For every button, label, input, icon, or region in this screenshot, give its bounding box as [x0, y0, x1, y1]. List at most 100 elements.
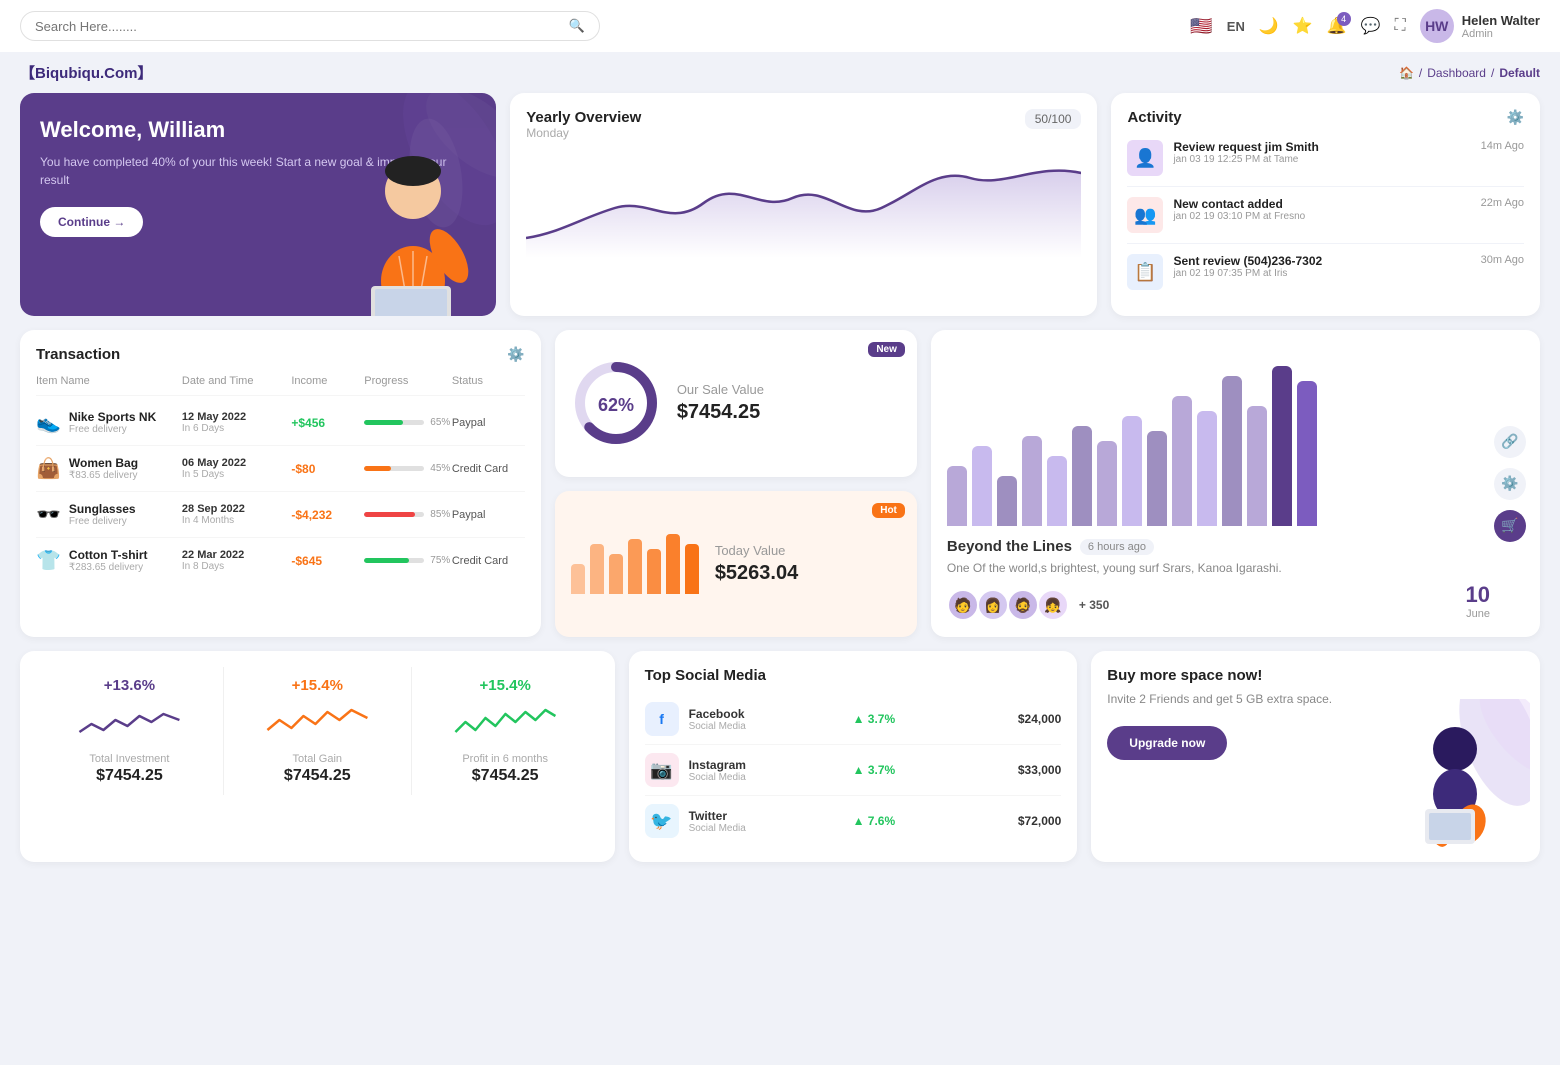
action-btn-1[interactable]: 🔗	[1494, 426, 1526, 458]
table-row-2: 👜 Women Bag ₹83.65 delivery 06 May 2022 …	[36, 446, 525, 492]
today-value-card: Hot Today Value $5263.04	[555, 491, 917, 638]
notification-icon[interactable]: 🔔4	[1327, 16, 1347, 36]
income-4: -$645	[291, 554, 364, 568]
main-content: Welcome, William You have completed 40% …	[0, 93, 1560, 882]
beyond-date-num: 10	[1466, 582, 1490, 608]
avatar-3: 🧔	[1007, 589, 1039, 621]
social-info-tw: Twitter Social Media	[689, 809, 746, 834]
brand-logo: 【Biqubiqu.Com】	[20, 62, 152, 83]
space-title: Buy more space now!	[1107, 667, 1336, 684]
beyond-card: Beyond the Lines 6 hours ago One Of the …	[931, 330, 1540, 637]
social-media-card: Top Social Media f Facebook Social Media…	[629, 651, 1078, 862]
activity-list: 👤 Review request jim Smith jan 03 19 12:…	[1127, 130, 1524, 300]
status-2: Credit Card	[452, 463, 525, 475]
item-name-label-4: Cotton T-shirt	[69, 548, 148, 562]
tw-type: Social Media	[689, 823, 746, 834]
date-2: 06 May 2022	[182, 457, 291, 469]
avatar-2: 👩	[977, 589, 1009, 621]
activity-ago-3: 30m Ago	[1481, 254, 1524, 266]
item-sub-2: ₹83.65 delivery	[69, 470, 138, 481]
search-bar[interactable]: 🔍	[20, 11, 600, 41]
item-sub-3: Free delivery	[69, 516, 136, 527]
ig-name: Instagram	[689, 758, 746, 772]
activity-settings-icon[interactable]: ⚙️	[1507, 109, 1524, 126]
stat-investment: +13.6% Total Investment $7454.25	[36, 667, 224, 795]
tw-pct: ▲ 7.6%	[853, 814, 896, 828]
stat-label-2: Total Gain	[234, 753, 401, 765]
activity-time-1: jan 03 19 12:25 PM at Tame	[1173, 154, 1470, 165]
space-content: Buy more space now! Invite 2 Friends and…	[1107, 667, 1336, 760]
social-row-facebook: f Facebook Social Media ▲ 3.7% $24,000	[645, 694, 1062, 745]
chat-icon[interactable]: 💬	[1361, 16, 1381, 36]
upgrade-button[interactable]: Upgrade now	[1107, 726, 1227, 760]
status-4: Credit Card	[452, 555, 525, 567]
activity-time-3: jan 02 19 07:35 PM at Iris	[1173, 268, 1470, 279]
moon-icon[interactable]: 🌙	[1259, 16, 1279, 36]
tw-name: Twitter	[689, 809, 746, 823]
activity-card: Activity ⚙️ 👤 Review request jim Smith j…	[1111, 93, 1540, 316]
search-icon: 🔍	[569, 18, 585, 34]
activity-thumb-1: 👤	[1127, 140, 1163, 176]
sale-column: New 62% Our Sale Value $7454.25 Hot	[555, 330, 917, 637]
col-progress: Progress	[364, 375, 452, 387]
action-btn-3[interactable]: 🛒	[1494, 510, 1526, 542]
yearly-titles: Yearly Overview Monday	[526, 109, 641, 140]
transaction-card: Transaction ⚙️ Item Name Date and Time I…	[20, 330, 541, 637]
today-amount: $5263.04	[715, 562, 798, 585]
lang-label[interactable]: EN	[1227, 19, 1245, 34]
stat-value-1: $7454.25	[46, 767, 213, 785]
transaction-header: Transaction ⚙️	[36, 346, 525, 363]
topnav: 🔍 🇺🇸 EN 🌙 ⭐ 🔔4 💬 ⛶ HW Helen Walter Admin	[0, 0, 1560, 52]
stat-pct-1: +13.6%	[46, 677, 213, 694]
sale-label: Our Sale Value	[677, 382, 764, 397]
notification-badge: 4	[1337, 12, 1351, 26]
stat-label-1: Total Investment	[46, 753, 213, 765]
datesub-2: In 5 Days	[182, 469, 291, 480]
wave-chart-1	[46, 702, 213, 742]
sale-value-card: New 62% Our Sale Value $7454.25	[555, 330, 917, 477]
table-row-4: 👕 Cotton T-shirt ₹283.65 delivery 22 Mar…	[36, 538, 525, 583]
item-icon-1: 👟	[36, 410, 61, 435]
stat-pct-3: +15.4%	[422, 677, 589, 694]
income-3: -$4,232	[291, 508, 364, 522]
breadcrumb-dashboard[interactable]: Dashboard	[1427, 66, 1486, 80]
flag-icon: 🇺🇸	[1190, 16, 1212, 37]
yearly-chart	[526, 148, 1081, 258]
activity-title-3: Sent review (504)236-7302	[1173, 254, 1470, 268]
item-sub-4: ₹283.65 delivery	[69, 562, 148, 573]
continue-button[interactable]: Continue →	[40, 207, 143, 237]
person2-illustration	[1370, 699, 1530, 862]
star-icon[interactable]: ⭐	[1293, 16, 1313, 36]
transaction-settings-icon[interactable]: ⚙️	[507, 346, 524, 363]
expand-icon[interactable]: ⛶	[1395, 17, 1406, 35]
home-icon[interactable]: 🏠	[1399, 66, 1414, 80]
date-1: 12 May 2022	[182, 411, 291, 423]
item-name-4: 👕 Cotton T-shirt ₹283.65 delivery	[36, 548, 182, 573]
yearly-header: Yearly Overview Monday 50/100	[526, 109, 1081, 140]
user-info[interactable]: HW Helen Walter Admin	[1420, 9, 1540, 43]
status-3: Paypal	[452, 509, 525, 521]
activity-title-2: New contact added	[1173, 197, 1470, 211]
col-item: Item Name	[36, 375, 182, 387]
welcome-illustration	[341, 93, 486, 316]
user-name: Helen Walter	[1462, 13, 1540, 28]
stats-card: +13.6% Total Investment $7454.25 +15.4% …	[20, 651, 615, 862]
yearly-svg	[526, 148, 1081, 258]
date-3: 28 Sep 2022	[182, 503, 291, 515]
item-name-label-2: Women Bag	[69, 456, 138, 470]
activity-thumb-3: 📋	[1127, 254, 1163, 290]
yearly-overview-card: Yearly Overview Monday 50/100	[510, 93, 1097, 316]
table-row-3: 🕶️ Sunglasses Free delivery 28 Sep 2022 …	[36, 492, 525, 538]
item-icon-4: 👕	[36, 548, 61, 573]
ig-type: Social Media	[689, 772, 746, 783]
search-input[interactable]	[35, 19, 561, 34]
person2-svg	[1370, 699, 1530, 859]
right-actions: 🔗 ⚙️ 🛒	[1494, 426, 1526, 542]
beyond-bar-chart	[947, 346, 1490, 526]
tw-val: $72,000	[1018, 814, 1061, 828]
activity-time-2: jan 02 19 03:10 PM at Fresno	[1173, 211, 1470, 222]
donut-chart: 62%	[571, 358, 661, 448]
action-btn-2[interactable]: ⚙️	[1494, 468, 1526, 500]
space-desc: Invite 2 Friends and get 5 GB extra spac…	[1107, 692, 1336, 706]
welcome-card: Welcome, William You have completed 40% …	[20, 93, 496, 316]
